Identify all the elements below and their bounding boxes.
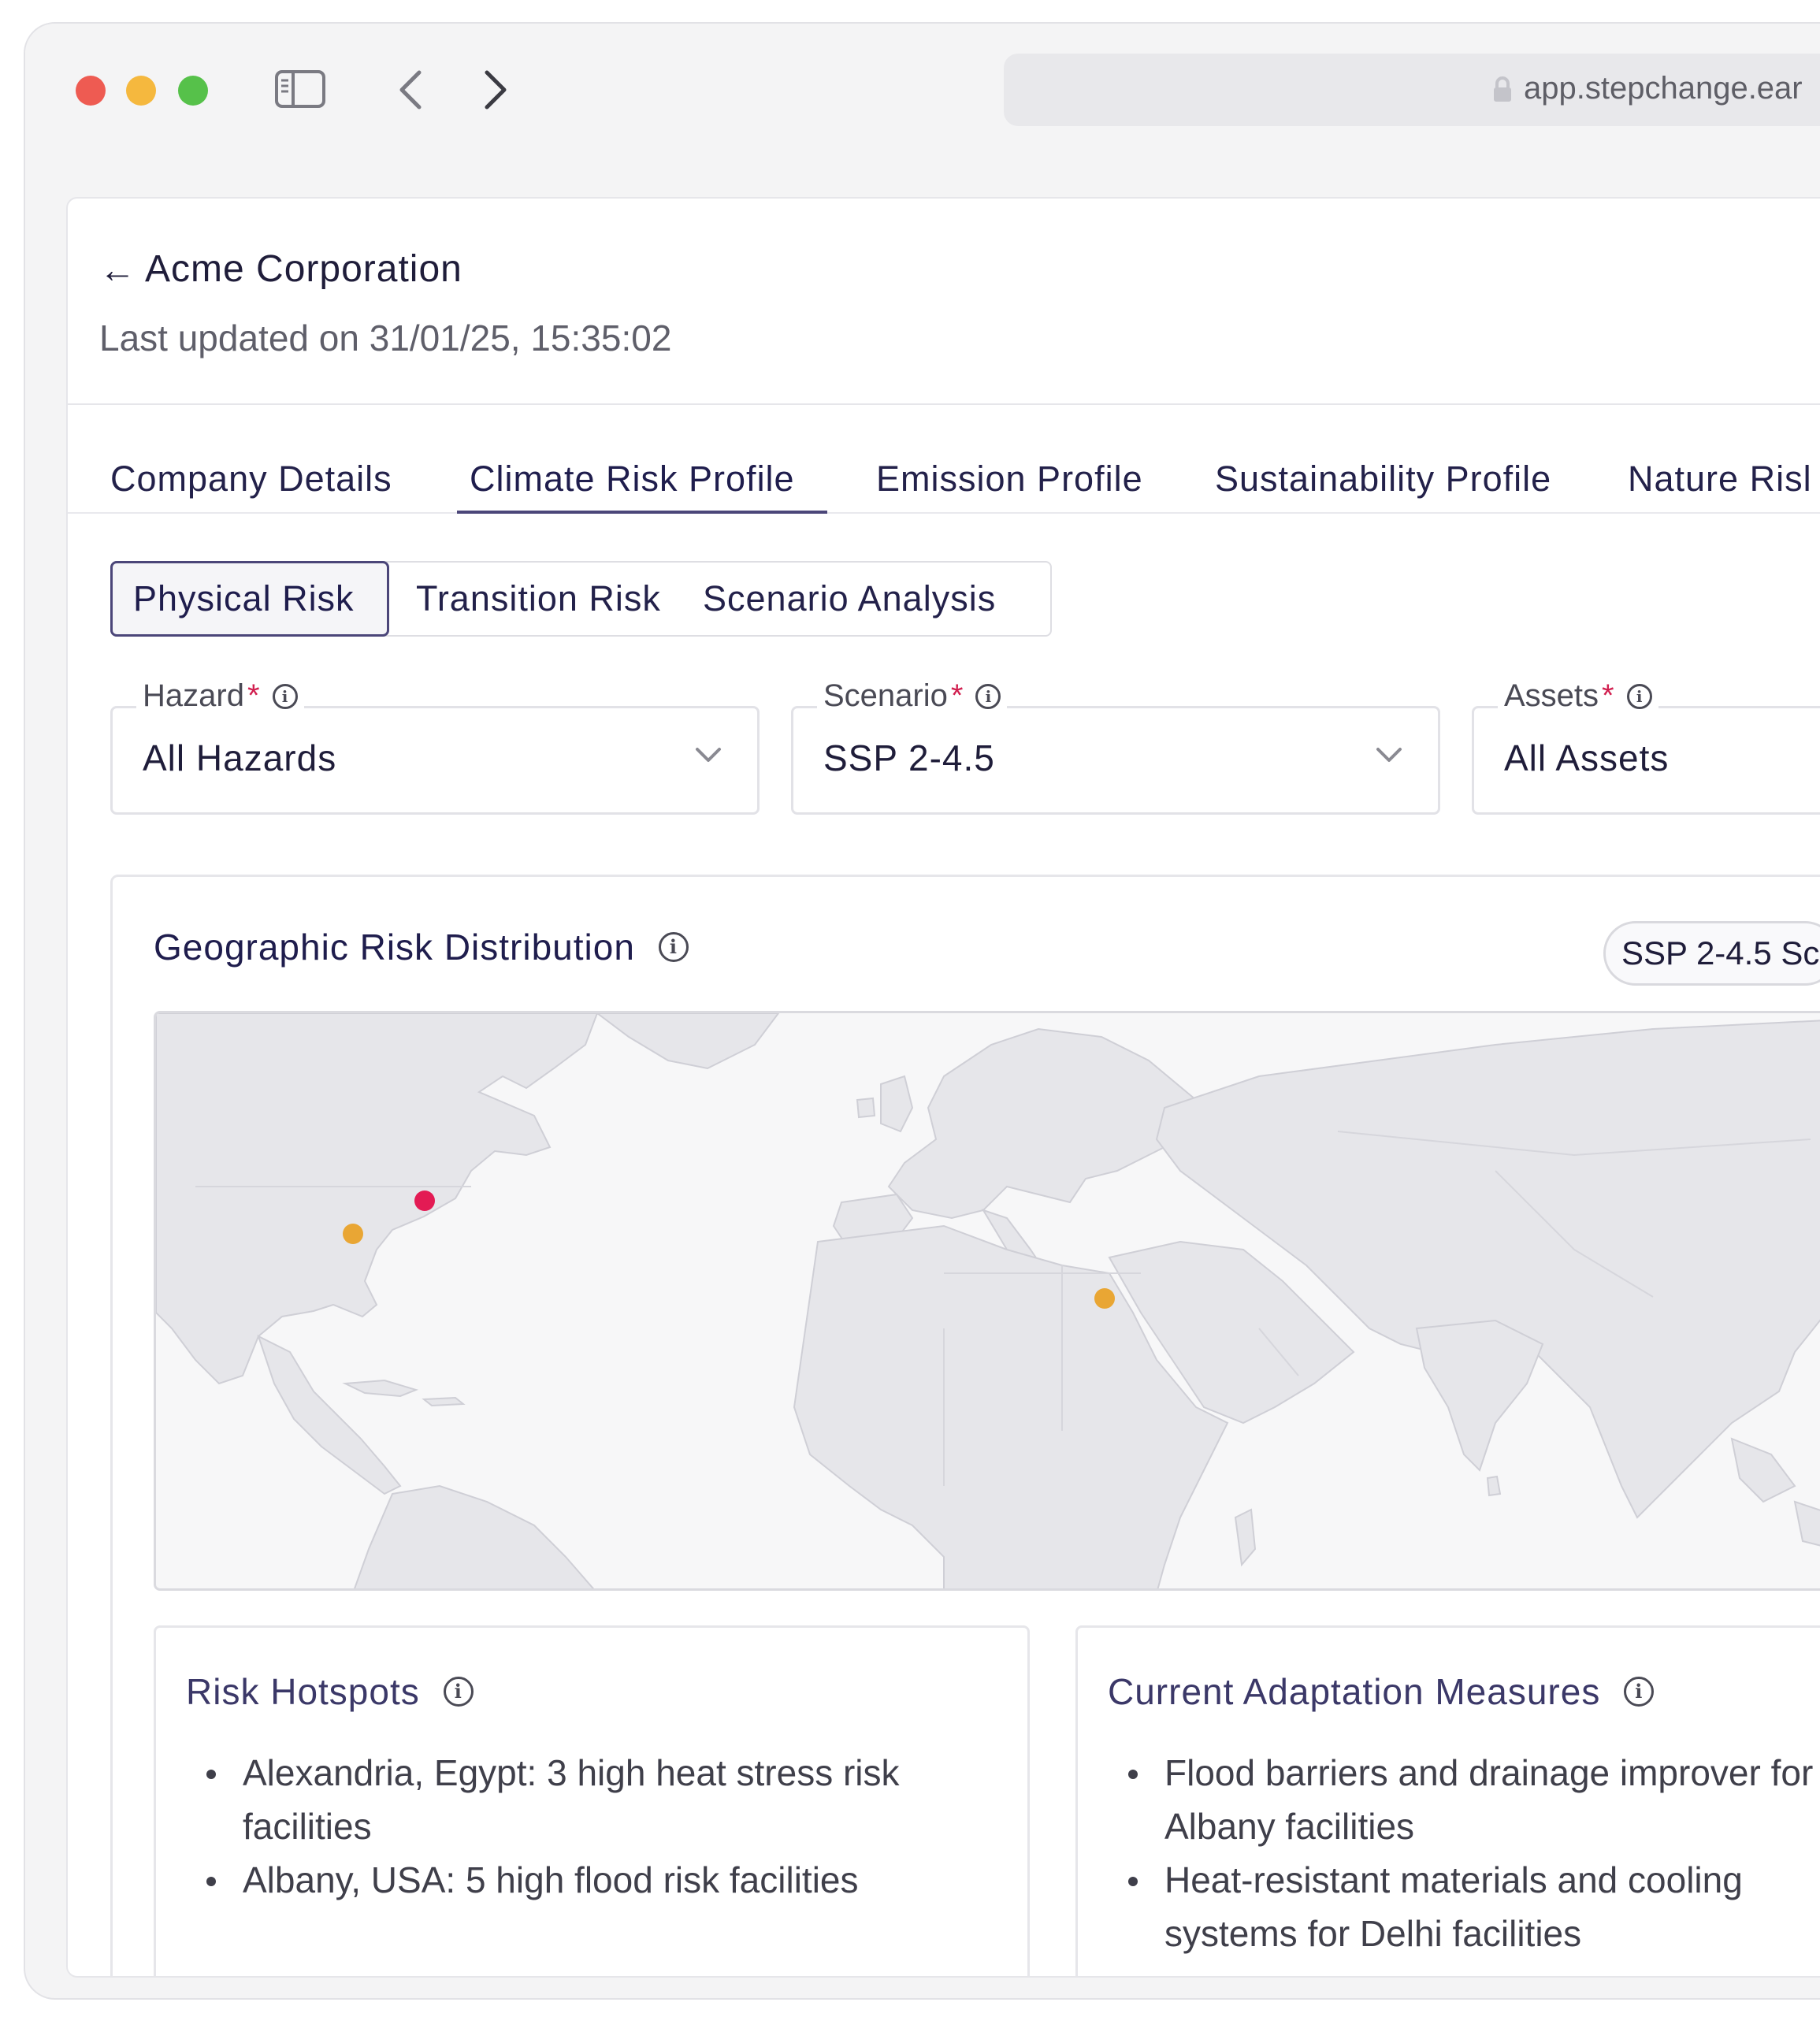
profile-tabs: Company Details Climate Risk Profile Emi… <box>68 405 1820 514</box>
browser-window: app.stepchange.ear ← Acme Corporation La… <box>24 22 1820 2000</box>
assets-label: Assets * i <box>1498 678 1658 714</box>
risk-marker-alexandria <box>1094 1288 1115 1309</box>
risk-hotspots-title: Risk Hotspots i <box>186 1670 474 1713</box>
arrow-left-icon: ← <box>99 248 136 290</box>
sidebar-toggle-icon[interactable] <box>274 68 326 110</box>
tab-climate-risk-profile[interactable]: Climate Risk Profile <box>470 459 795 500</box>
hazard-label: Hazard * i <box>136 678 304 714</box>
scenario-label: Scenario * i <box>817 678 1008 714</box>
app-content: ← Acme Corporation Last updated on 31/01… <box>66 197 1820 1978</box>
forward-nav-icon[interactable] <box>479 68 511 112</box>
list-item: Heat-resistant materials and cooling sys… <box>1128 1853 1820 1960</box>
info-icon[interactable]: i <box>975 683 1001 709</box>
close-window-button[interactable] <box>76 76 106 106</box>
segment-physical-risk[interactable]: Physical Risk <box>110 561 389 637</box>
maximize-window-button[interactable] <box>178 76 208 106</box>
browser-titlebar: app.stepchange.ear <box>25 24 1820 159</box>
address-bar[interactable]: app.stepchange.ear <box>1004 54 1820 126</box>
adaptation-measures-list: Flood barriers and drainage improver for… <box>1128 1746 1820 1960</box>
world-map[interactable] <box>154 1011 1820 1591</box>
risk-type-segmented-control: Physical Risk Transition Risk Scenario A… <box>110 561 1052 637</box>
hazard-select[interactable]: Hazard * i All Hazards <box>110 678 760 815</box>
risk-hotspots-panel: Risk Hotspots i Alexandria, Egypt: 3 hig… <box>154 1625 1030 1976</box>
minimize-window-button[interactable] <box>126 76 156 106</box>
scenario-pill[interactable]: SSP 2-4.5 Sc <box>1603 921 1820 986</box>
last-updated-text: Last updated on 31/01/25, 15:35:02 <box>99 318 672 358</box>
active-tab-indicator <box>457 511 827 514</box>
url-text: app.stepchange.ear <box>1524 71 1803 106</box>
tab-emission-profile[interactable]: Emission Profile <box>876 459 1143 500</box>
segment-scenario-analysis[interactable]: Scenario Analysis <box>682 561 1016 637</box>
risk-marker-albany <box>414 1191 435 1211</box>
info-icon[interactable]: i <box>1626 683 1652 709</box>
tab-nature-risk[interactable]: Nature Risl <box>1628 459 1812 500</box>
chevron-down-icon <box>1376 748 1402 762</box>
list-item: Flood barriers and drainage improver for… <box>1128 1746 1820 1853</box>
assets-value: All Assets <box>1504 737 1670 778</box>
list-item: Alexandria, Egypt: 3 high heat stress ri… <box>206 1746 1015 1853</box>
risk-marker-midwest <box>343 1224 363 1244</box>
info-icon[interactable]: i <box>443 1677 474 1707</box>
assets-select[interactable]: Assets * i All Assets <box>1472 678 1820 815</box>
list-item: Albany, USA: 5 high flood risk facilitie… <box>206 1853 1015 1907</box>
geographic-risk-card: Geographic Risk Distribution i SSP 2-4.5… <box>110 875 1820 1976</box>
scenario-value: SSP 2-4.5 <box>823 737 995 778</box>
card-title: Geographic Risk Distribution i <box>154 926 689 968</box>
lock-icon <box>1494 76 1511 102</box>
back-nav-icon[interactable] <box>396 68 427 112</box>
info-icon[interactable]: i <box>658 932 689 962</box>
risk-hotspots-list: Alexandria, Egypt: 3 high heat stress ri… <box>206 1746 1015 1907</box>
back-link[interactable]: ← Acme Corporation <box>99 247 462 291</box>
scenario-select[interactable]: Scenario * i SSP 2-4.5 <box>791 678 1440 815</box>
segment-transition-risk[interactable]: Transition Risk <box>396 561 682 637</box>
page-header: ← Acme Corporation Last updated on 31/01… <box>68 199 1820 405</box>
chevron-down-icon <box>696 748 721 762</box>
risk-markers-layer <box>343 1191 1115 1309</box>
adaptation-measures-panel: Current Adaptation Measures i Flood barr… <box>1075 1625 1820 1976</box>
hazard-value: All Hazards <box>143 737 337 778</box>
info-icon[interactable]: i <box>272 683 298 709</box>
company-name: Acme Corporation <box>145 248 462 290</box>
tab-company-details[interactable]: Company Details <box>110 459 392 500</box>
adaptation-measures-title: Current Adaptation Measures i <box>1108 1670 1655 1713</box>
info-icon[interactable]: i <box>1624 1677 1655 1707</box>
tab-sustainability-profile[interactable]: Sustainability Profile <box>1215 459 1551 500</box>
